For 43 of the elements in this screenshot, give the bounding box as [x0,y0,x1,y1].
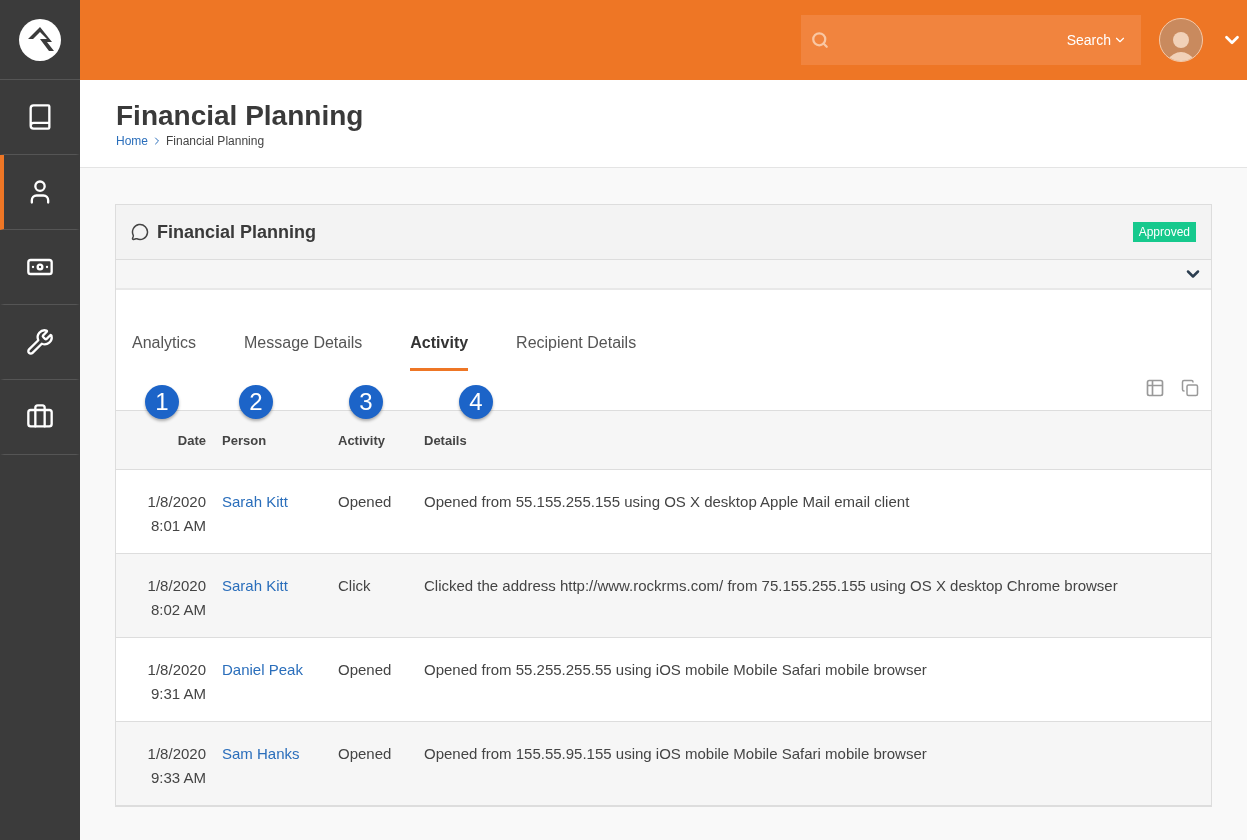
wrench-icon [26,328,54,356]
number-callout: 3 [349,385,383,419]
number-callout: 1 [145,385,179,419]
activity-text: Click [338,576,372,596]
page-title: Financial Planning [116,100,365,132]
number-callout: 4 [459,385,493,419]
status-badge: Approved [1132,222,1196,242]
column-header: Person [214,410,330,470]
breadcrumb-current: Financial Planning [166,134,265,148]
briefcase-icon [26,403,54,431]
details-text: Opened from 155.55.95.155 using iOS mobile Mobile Safari mobile browser [424,744,928,764]
column-header: Activity [330,410,416,470]
time-text: 8:01 AM [150,516,206,536]
tab[interactable]: Analytics [132,334,197,371]
speech-bubble-icon [131,223,149,241]
time-text: 9:33 AM [150,768,206,788]
search-icon [811,31,829,49]
activity-text: Opened [338,492,393,512]
panel-title: Financial Planning [157,221,318,243]
breadcrumb-link[interactable]: Home [116,134,148,148]
details-text: Opened from 55.255.255.55 using iOS mobile Mobile Safari mobile browser [424,660,928,680]
tab[interactable]: Message Details [244,334,363,371]
tab[interactable]: Activity [410,334,469,371]
number-callout: 2 [239,385,273,419]
date-text: 1/8/2020 [147,576,206,596]
date-text: 1/8/2020 [147,492,206,512]
details-text: Clicked the address http://www.rockrms.com/ from 75.155.255.155 using OS X desktop Chrome browser [424,576,1119,596]
tab[interactable]: Recipient Details [516,334,637,371]
copy-icon[interactable] [1181,378,1199,397]
sidebar-item[interactable] [0,155,80,230]
time-text: 8:02 AM [150,600,206,620]
grid-icon[interactable] [1145,377,1165,398]
date-text: 1/8/2020 [147,660,206,680]
person-link[interactable]: Daniel Peak [222,658,322,682]
activity-text: Opened [338,744,393,764]
details-text: Opened from 55.155.255.155 using OS X desktop Apple Mail email client [424,492,911,512]
column-header: Date [116,410,214,470]
person-link[interactable]: Sarah Kitt [222,490,322,514]
activity-text: Opened [338,660,393,680]
column-header: Details [416,410,1211,470]
date-text: 1/8/2020 [147,744,206,764]
logo-icon [19,18,61,61]
time-text: 9:31 AM [150,684,206,704]
